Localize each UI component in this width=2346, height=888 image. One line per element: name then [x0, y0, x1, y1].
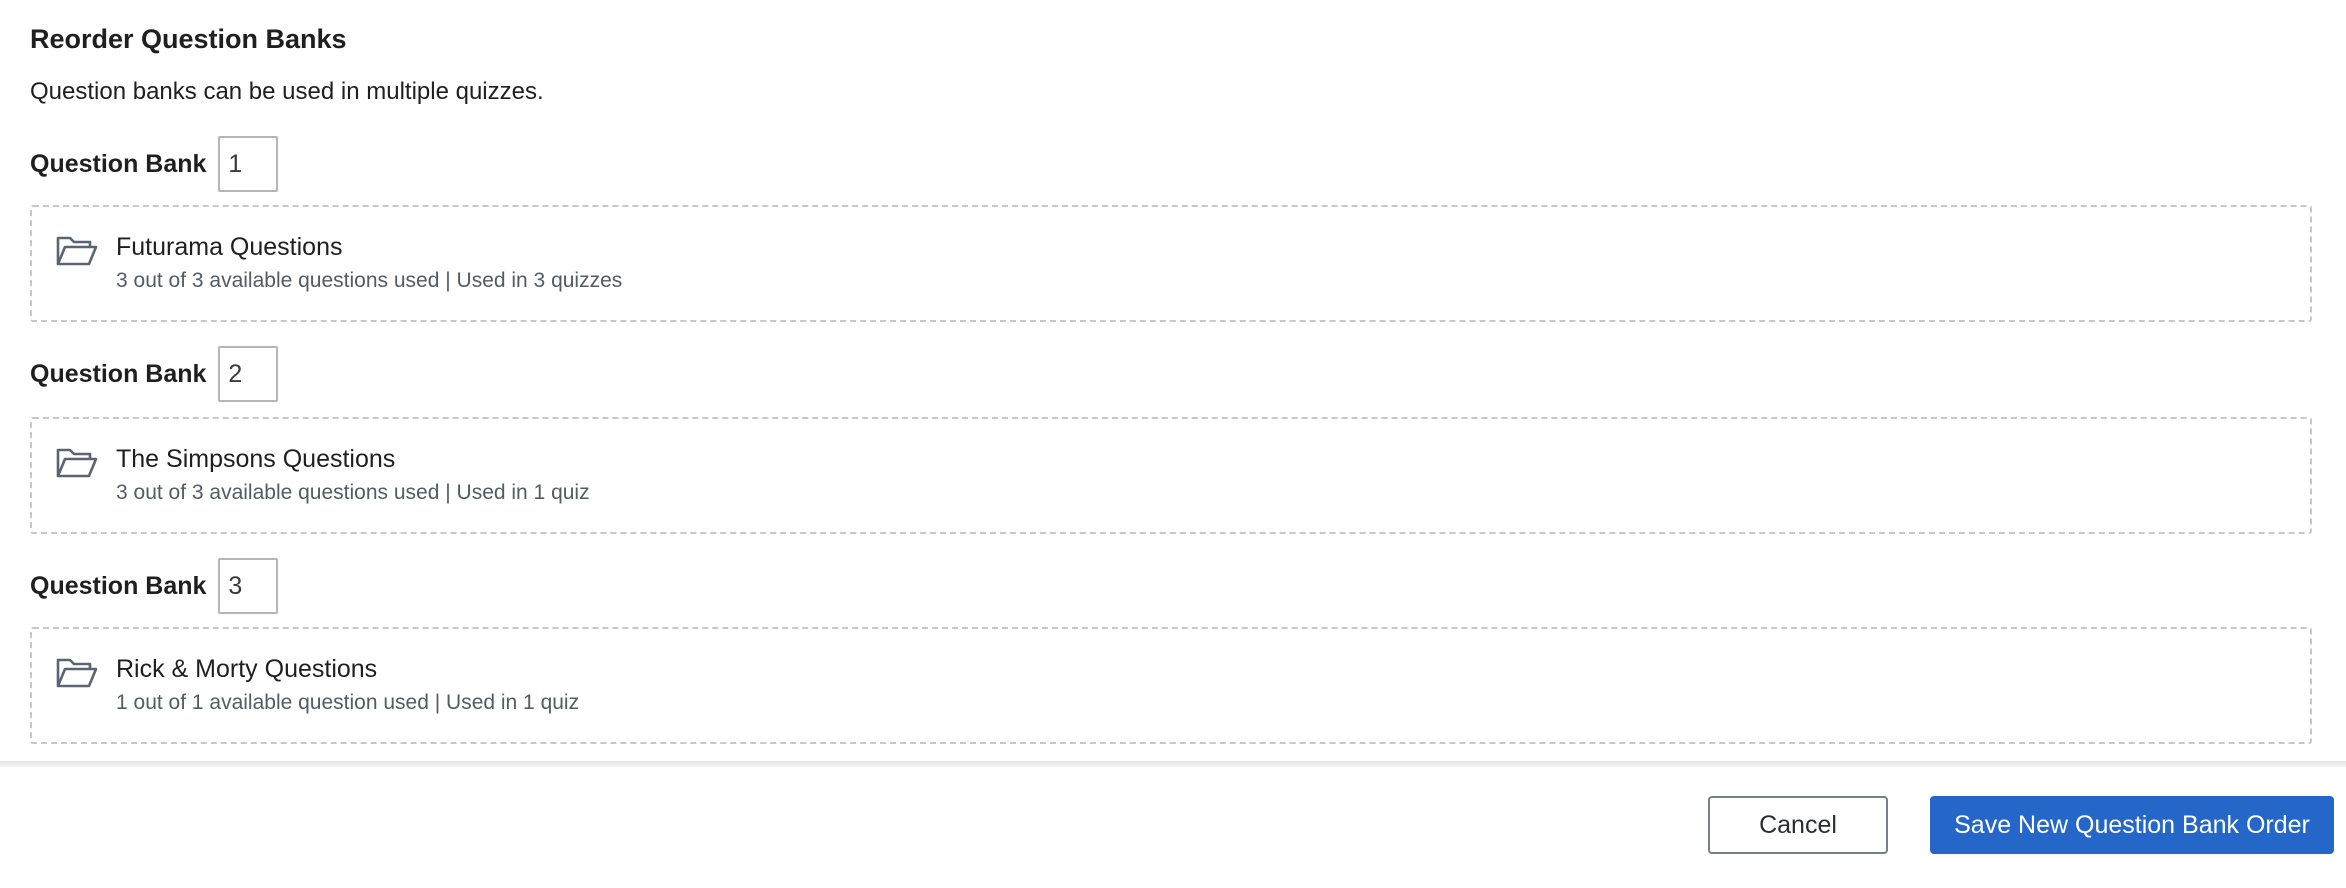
bank-name: Rick & Morty Questions: [116, 655, 378, 683]
footer-actions: Cancel Save New Question Bank Order: [0, 767, 2346, 888]
folder-open-icon: [56, 658, 98, 688]
page-description: Question banks can be used in multiple q…: [30, 78, 544, 105]
bank-card-futurama[interactable]: Futurama Questions 3 out of 3 available …: [30, 205, 2312, 322]
bank-usage-meta: 1 out of 1 available question used | Use…: [116, 691, 580, 714]
folder-open-icon: [56, 448, 98, 478]
bank-order-input[interactable]: [218, 136, 279, 192]
reorder-panel: Reorder Question Banks Question banks ca…: [0, 0, 2346, 760]
bank-order-label: Question Bank: [30, 149, 207, 178]
bank-order-row: Question Bank: [30, 558, 279, 614]
bank-name: The Simpsons Questions: [116, 445, 396, 473]
bank-order-input[interactable]: [218, 558, 279, 614]
bank-order-input[interactable]: [218, 346, 279, 402]
bank-card-rick-morty[interactable]: Rick & Morty Questions 1 out of 1 availa…: [30, 627, 2312, 744]
cancel-button[interactable]: Cancel: [1708, 796, 1888, 854]
folder-open-icon: [56, 236, 98, 266]
bank-card-simpsons[interactable]: The Simpsons Questions 3 out of 3 availa…: [30, 417, 2312, 534]
bank-usage-meta: 3 out of 3 available questions used | Us…: [116, 481, 590, 504]
save-order-button[interactable]: Save New Question Bank Order: [1930, 796, 2334, 854]
bank-order-label: Question Bank: [30, 571, 207, 600]
bank-order-row: Question Bank: [30, 136, 279, 192]
bank-order-row: Question Bank: [30, 346, 279, 402]
bank-name: Futurama Questions: [116, 233, 343, 261]
bank-order-label: Question Bank: [30, 359, 207, 388]
page-title: Reorder Question Banks: [30, 24, 347, 54]
bank-usage-meta: 3 out of 3 available questions used | Us…: [116, 269, 623, 292]
